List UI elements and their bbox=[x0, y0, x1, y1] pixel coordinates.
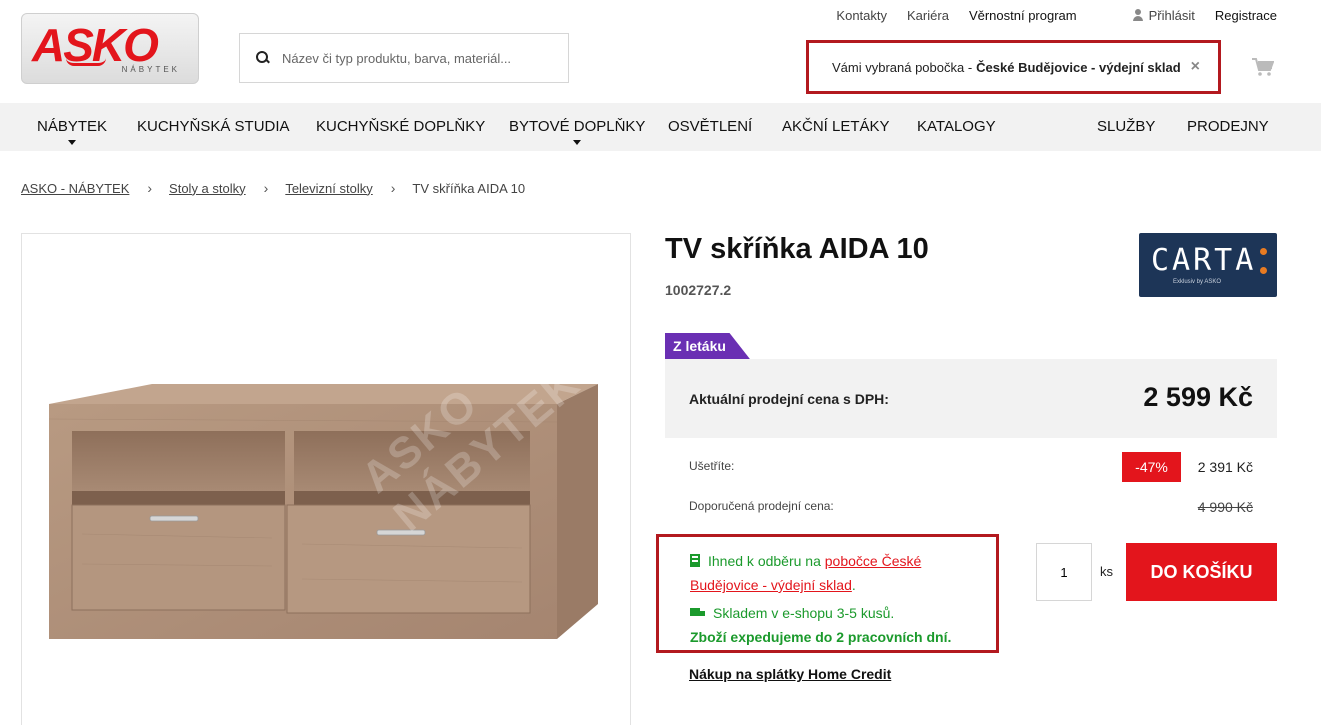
breadcrumb-current: TV skříňka AIDA 10 bbox=[412, 180, 526, 196]
nav-item-prodejny[interactable]: Prodejny bbox=[1187, 103, 1269, 151]
availability-box: Ihned k odběru na pobočce České Budějovi… bbox=[656, 534, 999, 653]
breadcrumb-separator: › bbox=[390, 180, 396, 196]
store-suffix: . bbox=[851, 577, 856, 593]
saving-amount: 2 391 Kč bbox=[1197, 459, 1253, 475]
breadcrumb-separator: › bbox=[263, 180, 269, 196]
contacts-link[interactable]: Kontakty bbox=[836, 8, 887, 23]
rrp-label: Doporučená prodejní cena: bbox=[689, 499, 834, 513]
breadcrumb: ASKO - NÁBYTEK › Stoly a stolky › Televi… bbox=[21, 180, 525, 196]
nav-item-katalogy[interactable]: Katalogy bbox=[917, 103, 996, 151]
branch-prefix: Vámi vybraná pobočka - bbox=[831, 59, 973, 75]
price-label: Aktuální prodejní cena s DPH: bbox=[689, 391, 889, 407]
nav-item-bytove-doplnky[interactable]: Bytové doplňky bbox=[509, 103, 645, 151]
brand-logo[interactable]: CARTA Exklusiv by ASKO bbox=[1139, 233, 1277, 297]
nav-label: Akční letáky bbox=[782, 118, 890, 135]
branch-name: České Budějovice - výdejní sklad bbox=[976, 59, 1181, 75]
asko-logo[interactable]: ASKO NÁBYTEK bbox=[21, 13, 199, 84]
nav-label: Nábytek bbox=[37, 118, 108, 135]
add-to-cart-button[interactable]: Do košíku bbox=[1126, 543, 1277, 601]
leaflet-badge: Z letáku bbox=[665, 333, 750, 359]
product-image[interactable]: ASKO NÁBYTEK bbox=[21, 233, 631, 725]
nav-item-akcni-letaky[interactable]: Akční letáky bbox=[782, 103, 890, 151]
nav-label: Katalogy bbox=[917, 118, 996, 135]
breadcrumb-separator: › bbox=[147, 180, 153, 196]
nav-item-nabytek[interactable]: Nábytek bbox=[37, 103, 107, 151]
cart-icon[interactable] bbox=[1252, 58, 1274, 76]
nav-item-kuchynske-doplnky[interactable]: Kuchyňské doplňky bbox=[316, 103, 485, 151]
logo-swoosh bbox=[66, 58, 106, 66]
nav-item-kuchynska-studia[interactable]: Kuchyňská studia bbox=[137, 103, 290, 151]
login-label: Přihlásit bbox=[1148, 8, 1195, 23]
nav-label: Služby bbox=[1097, 118, 1156, 135]
rrp-price: 4 990 Kč bbox=[1197, 499, 1253, 515]
shipping-info: Zboží expedujeme do 2 pracovních dní. bbox=[690, 629, 952, 645]
discount-badge: -47% bbox=[1122, 452, 1181, 482]
nav-label: Prodejny bbox=[1187, 118, 1269, 135]
nav-label: Kuchyňské doplňky bbox=[316, 118, 486, 135]
product-sku: 1002727.2 bbox=[665, 282, 732, 298]
caret-down-icon bbox=[68, 140, 77, 145]
current-price: 2 599 Kč bbox=[1143, 382, 1253, 412]
brand-name: CARTA bbox=[1151, 243, 1257, 278]
career-link[interactable]: Kariéra bbox=[907, 8, 949, 23]
quantity-input[interactable] bbox=[1036, 543, 1092, 601]
breadcrumb-link-home[interactable]: ASKO - NÁBYTEK bbox=[21, 181, 129, 196]
search-icon[interactable] bbox=[256, 51, 270, 65]
caret-down-icon bbox=[573, 140, 582, 145]
brand-tagline: Exklusiv by ASKO bbox=[1173, 279, 1222, 285]
nav-item-sluzby[interactable]: Služby bbox=[1097, 103, 1155, 151]
selected-branch-banner: Vámi vybraná pobočka - České Budějovice … bbox=[806, 40, 1221, 94]
price-box: Aktuální prodejní cena s DPH: 2 599 Kč bbox=[665, 359, 1277, 438]
home-credit-link[interactable]: Nákup na splátky Home Credit bbox=[689, 666, 891, 682]
eshop-availability: Skladem v e-shopu 3-5 kusů. bbox=[690, 601, 894, 625]
breadcrumb-link-tv-stands[interactable]: Televizní stolky bbox=[285, 181, 372, 196]
eshop-stock: Skladem v e-shopu 3-5 kusů. bbox=[713, 605, 895, 621]
nav-item-osvetleni[interactable]: Osvětlení bbox=[668, 103, 752, 151]
top-links: Kontakty Kariéra Věrnostní program Přihl… bbox=[816, 8, 1277, 23]
nav-label: Osvětlení bbox=[668, 118, 753, 135]
breadcrumb-link-tables[interactable]: Stoly a stolky bbox=[169, 181, 246, 196]
loyalty-program-link[interactable]: Věrnostní program bbox=[969, 8, 1077, 23]
quantity-unit: ks bbox=[1100, 564, 1113, 579]
search-box[interactable] bbox=[239, 33, 569, 83]
search-input[interactable] bbox=[282, 50, 552, 66]
product-title: TV skříňka AIDA 10 bbox=[665, 233, 929, 265]
login-link[interactable]: Přihlásit bbox=[1132, 8, 1195, 23]
logo-subtitle: NÁBYTEK bbox=[121, 65, 180, 74]
store-availability: Ihned k odběru na pobočce České Budějovi… bbox=[690, 549, 990, 597]
main-navigation: Nábytek Kuchyňská studia Kuchyňské doplň… bbox=[0, 103, 1321, 151]
store-icon bbox=[690, 554, 700, 567]
nav-label: Bytové doplňky bbox=[509, 118, 646, 135]
register-link[interactable]: Registrace bbox=[1215, 8, 1277, 23]
nav-label: Kuchyňská studia bbox=[137, 118, 290, 135]
close-icon[interactable]: × bbox=[1191, 58, 1200, 76]
truck-icon bbox=[690, 608, 705, 619]
brand-dots bbox=[1260, 248, 1267, 286]
user-icon bbox=[1132, 9, 1143, 21]
saving-label: Ušetříte: bbox=[689, 459, 735, 473]
store-prefix: Ihned k odběru na bbox=[708, 553, 821, 569]
